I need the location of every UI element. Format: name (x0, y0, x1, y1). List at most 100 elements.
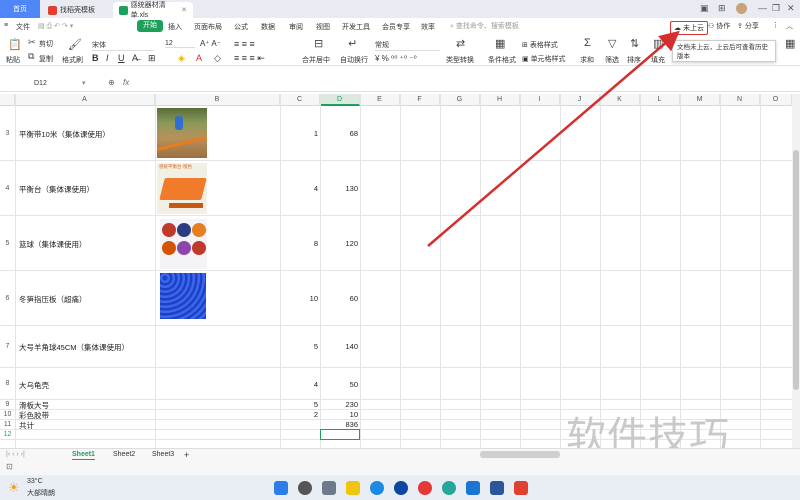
cell-qty[interactable]: 8 (282, 239, 318, 248)
menu-developer[interactable]: 开发工具 (342, 22, 370, 32)
windows-start-icon[interactable] (274, 481, 288, 495)
cond-format-button[interactable]: 条件格式 (488, 55, 516, 65)
row-header[interactable]: 7 (0, 326, 15, 367)
cell-price[interactable]: 120 (322, 239, 358, 248)
select-all[interactable] (0, 94, 15, 106)
table-style-button[interactable]: ⊞ 表格样式 (522, 40, 558, 50)
type-convert-button[interactable]: 类型转换 (446, 55, 474, 65)
number-format-icons[interactable]: ¥ % ⁰⁰ ⁺⁰ ⁻⁰ (375, 54, 417, 63)
halign-icons[interactable]: ≡ ≡ ≡ ⇤ (234, 53, 265, 64)
cell-item-name[interactable]: 篮球（集体课使用） (19, 239, 87, 250)
font-size-select[interactable]: 12 (165, 40, 195, 48)
menu-file[interactable]: 文件 (16, 22, 30, 32)
product-image-balance-belt[interactable] (157, 108, 207, 158)
cell-qty[interactable]: 4 (282, 380, 318, 389)
col-header-H[interactable]: H (480, 94, 520, 106)
font-grow-icon[interactable]: A⁺ A⁻ (200, 39, 221, 48)
row-header[interactable]: 10 (0, 410, 15, 419)
task-view-icon[interactable] (322, 481, 336, 495)
row-header[interactable]: 8 (0, 368, 15, 399)
merge-button[interactable]: 合并居中 (302, 55, 330, 65)
fx-icon[interactable]: fx (123, 78, 129, 87)
format-painter-icon[interactable]: 🖌 (68, 38, 82, 51)
cell-price[interactable]: 130 (322, 184, 358, 193)
restore-icon[interactable]: ❐ (772, 3, 780, 14)
macro-icon[interactable]: ⊡ (6, 462, 13, 471)
cell-item-name[interactable]: 大号羊角球45CM（集体课使用） (19, 342, 129, 353)
hamburger-icon[interactable]: ≡ (4, 22, 8, 29)
merge-icon[interactable]: ⊟ (314, 37, 323, 50)
col-header-B[interactable]: B (155, 94, 280, 106)
cell-qty[interactable]: 2 (282, 410, 318, 419)
store-icon[interactable] (466, 481, 480, 495)
filter-button[interactable]: 筛选 (605, 55, 619, 65)
sum-button[interactable]: 求和 (580, 55, 594, 65)
menu-home[interactable]: 开始 (137, 20, 163, 32)
more-icon[interactable]: ⋮ (772, 21, 779, 29)
product-image-balance-board[interactable]: 感统平衡台·橙色 (157, 163, 207, 214)
share-button[interactable]: ⇪ 分享 (737, 21, 759, 31)
cell-item-name[interactable]: 大乌龟壳 (19, 380, 49, 391)
cloud-button[interactable]: ☁ 未上云 (670, 21, 708, 35)
copy-button[interactable]: 复制 (39, 54, 53, 64)
cut-icon[interactable]: ✂ (28, 37, 36, 48)
col-header-L[interactable]: L (640, 94, 680, 106)
cell-item-name[interactable]: 平衡台（集体课使用） (19, 184, 94, 195)
row-header[interactable]: 9 (0, 400, 15, 409)
col-header-I[interactable]: I (520, 94, 560, 106)
italic-icon[interactable]: I (106, 53, 109, 63)
selected-cell-D12[interactable] (320, 429, 360, 440)
chrome-icon[interactable] (418, 481, 432, 495)
sum-icon[interactable]: Σ (584, 37, 591, 49)
zoom-icon[interactable]: ⊕ (108, 78, 115, 87)
col-header-A[interactable]: A (15, 94, 155, 106)
product-image-basketballs[interactable] (160, 219, 207, 269)
collapse-ribbon-icon[interactable]: ︿ (786, 21, 793, 31)
menu-review[interactable]: 审阅 (289, 22, 303, 32)
weather-desc[interactable]: 大部晴朗 (27, 488, 55, 498)
row-header[interactable]: 4 (0, 161, 15, 215)
menu-page-layout[interactable]: 页面布局 (194, 22, 222, 32)
cell-price[interactable]: 68 (322, 129, 358, 138)
chevron-down-icon[interactable]: ▾ (82, 77, 86, 91)
col-header-O[interactable]: O (760, 94, 792, 106)
format-painter-button[interactable]: 格式刷 (62, 55, 83, 65)
cell-price[interactable]: 10 (322, 410, 358, 419)
row-header[interactable]: 12 (0, 430, 15, 439)
menu-insert[interactable]: 插入 (168, 22, 182, 32)
fill-icon[interactable]: ▥ (653, 37, 663, 50)
menu-efficiency[interactable]: 效率 (421, 22, 435, 32)
tab-document[interactable]: 感统器材清单.xls ✕ (113, 2, 193, 19)
cell-qty[interactable]: 4 (282, 184, 318, 193)
browser-icon[interactable] (394, 481, 408, 495)
font-family-select[interactable]: 宋体 (92, 40, 154, 51)
menu-view[interactable]: 视图 (316, 22, 330, 32)
cell-style-button[interactable]: ▣ 单元格样式 (522, 54, 566, 64)
command-search[interactable]: ⌕ 查找命令、搜索模板 (450, 21, 519, 31)
row-header[interactable]: 5 (0, 216, 15, 270)
cut-button[interactable]: 剪切 (39, 39, 53, 49)
wps-icon[interactable] (514, 481, 528, 495)
col-header-D[interactable]: D (320, 94, 360, 106)
file-explorer-icon[interactable] (346, 481, 360, 495)
clear-format-icon[interactable]: ◇ (214, 53, 221, 64)
col-header-N[interactable]: N (720, 94, 760, 106)
layout-icon[interactable]: ▣ (700, 3, 709, 14)
name-box[interactable]: D12 ▾ (4, 77, 89, 91)
col-header-F[interactable]: F (400, 94, 440, 106)
sort-button[interactable]: 排序 (627, 55, 641, 65)
edge-icon[interactable] (370, 481, 384, 495)
fill-color-icon[interactable]: ◈ (178, 53, 185, 64)
bold-icon[interactable]: B (92, 53, 99, 63)
cell-qty[interactable]: 5 (282, 342, 318, 351)
scrollbar-thumb[interactable] (793, 150, 799, 390)
collab-button[interactable]: ⚇ 协作 (708, 21, 730, 31)
filter-icon[interactable]: ▽ (608, 37, 616, 50)
product-image-acupressure-board[interactable] (160, 273, 206, 319)
strikethrough-icon[interactable]: A̶ (132, 53, 138, 63)
paste-icon[interactable]: 📋 (8, 38, 22, 51)
align-icons[interactable]: ≡ ≡ ≡ (234, 39, 255, 49)
copy-icon[interactable]: ⧉ (28, 51, 34, 62)
cell-qty[interactable]: 1 (282, 129, 318, 138)
word-icon[interactable] (490, 481, 504, 495)
